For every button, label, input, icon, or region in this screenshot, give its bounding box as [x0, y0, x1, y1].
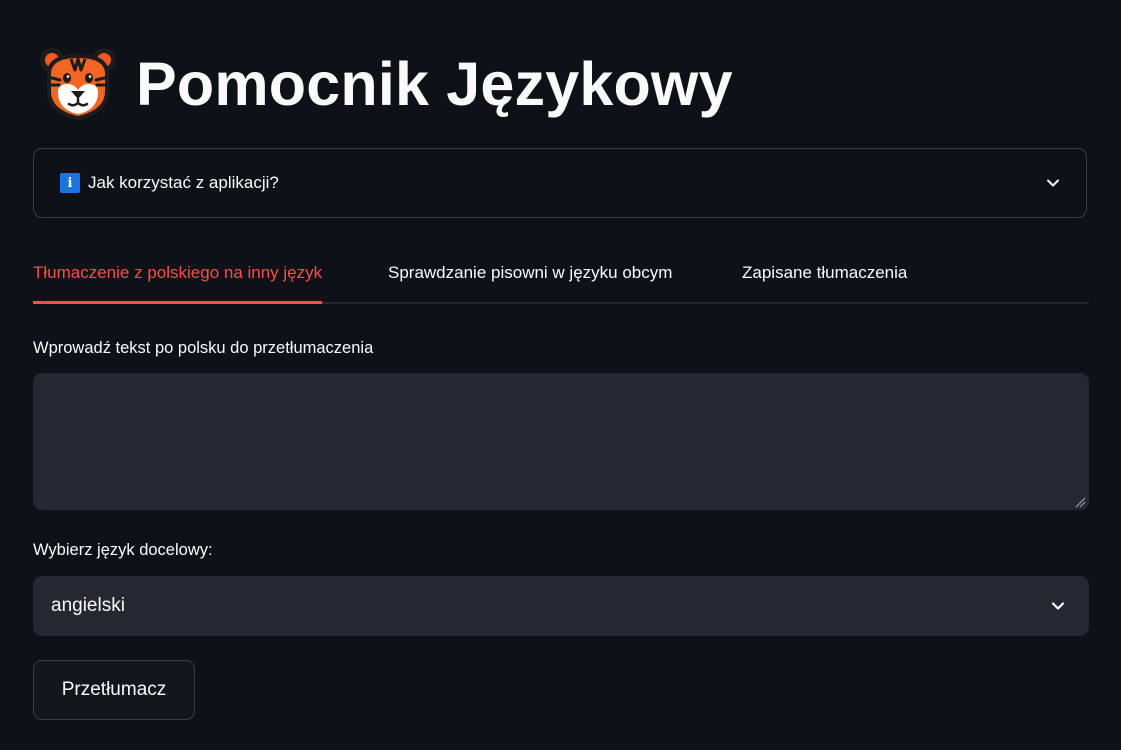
target-language-select[interactable]: angielski — [33, 576, 1089, 636]
target-language-value: angielski — [51, 595, 125, 616]
target-language-label: Wybierz język docelowy: — [33, 541, 213, 559]
translate-button[interactable]: Przetłumacz — [33, 660, 195, 720]
tab-translate[interactable]: Tłumaczenie z polskiego na inny język — [33, 250, 323, 304]
tab-bar: Tłumaczenie z polskiego na inny język Sp… — [33, 250, 1089, 306]
chevron-down-icon — [1051, 602, 1065, 610]
chevron-down-icon[interactable] — [1044, 174, 1062, 192]
tiger-face-icon — [40, 48, 116, 120]
tab-saved-translations[interactable]: Zapisane tłumaczenia — [742, 250, 907, 304]
help-expander-label: Jak korzystać z aplikacji? — [88, 173, 279, 192]
app-root: Pomocnik Językowy i Jak korzystać z apli… — [0, 0, 1121, 750]
source-text-input[interactable] — [33, 373, 1089, 510]
tab-spellcheck[interactable]: Sprawdzanie pisowni w języku obcym — [388, 250, 672, 304]
source-text-label: Wprowadź tekst po polsku do przetłumacze… — [33, 339, 374, 357]
page-header: Pomocnik Językowy — [38, 44, 733, 124]
info-icon: i — [60, 173, 80, 193]
help-expander[interactable]: i Jak korzystać z aplikacji? — [33, 148, 1087, 218]
resize-handle-icon[interactable] — [1074, 496, 1086, 508]
page-title: Pomocnik Językowy — [136, 49, 733, 118]
